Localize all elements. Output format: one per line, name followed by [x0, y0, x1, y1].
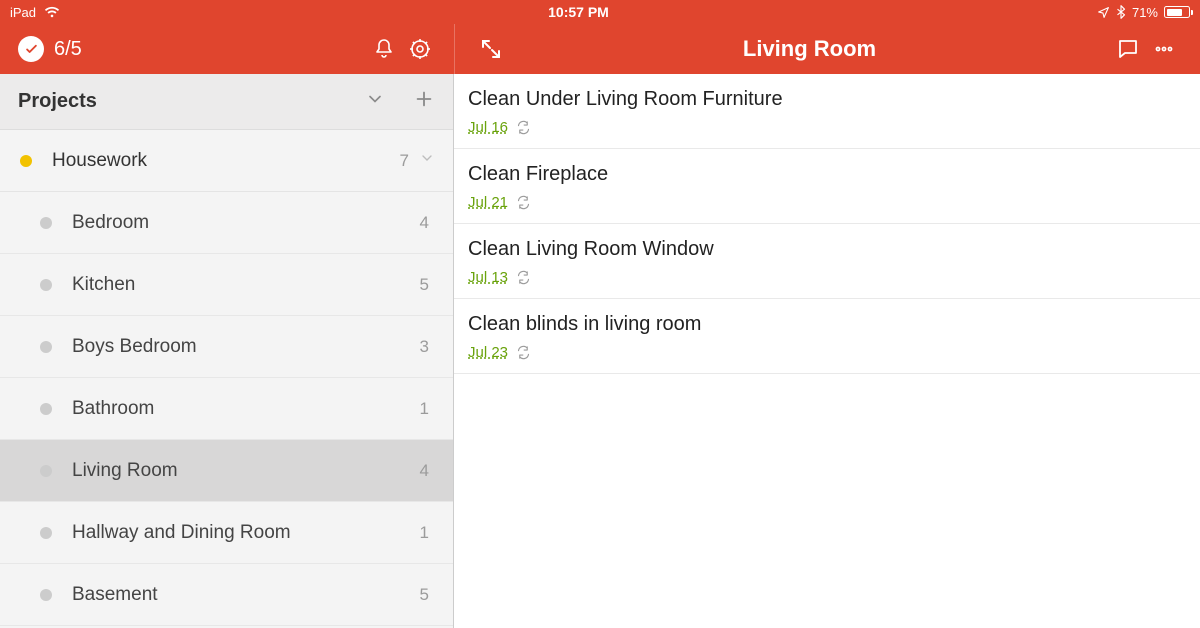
- project-name: Housework: [52, 150, 400, 172]
- bluetooth-icon: [1116, 5, 1126, 19]
- chevron-down-icon[interactable]: [365, 89, 385, 114]
- project-name: Living Room: [72, 460, 420, 482]
- projects-header[interactable]: Projects: [0, 74, 453, 130]
- project-count: 5: [420, 275, 429, 295]
- more-button[interactable]: [1146, 31, 1182, 67]
- task-item[interactable]: Clean Living Room Window Jul 13: [454, 224, 1200, 299]
- chat-icon: [1116, 37, 1140, 61]
- project-count: 4: [420, 461, 429, 481]
- gear-icon: [408, 37, 432, 61]
- date-indicator[interactable]: 6/5: [18, 36, 82, 62]
- project-name: Bedroom: [72, 212, 420, 234]
- task-item[interactable]: Clean Fireplace Jul 21: [454, 149, 1200, 224]
- recurring-icon: [516, 120, 531, 135]
- task-list: Clean Under Living Room FurnitureJul 16C…: [454, 74, 1200, 628]
- project-name: Bathroom: [72, 398, 420, 420]
- sidebar: Projects Housework 7 Bedroom4Kitchen5Boy…: [0, 74, 454, 628]
- location-icon: [1097, 6, 1110, 19]
- sidebar-item-kitchen[interactable]: Kitchen5: [0, 254, 453, 316]
- content-title: Living Room: [509, 36, 1110, 62]
- recurring-icon: [516, 345, 531, 360]
- app-bar: 6/5 Living Room: [0, 24, 1200, 74]
- project-name: Kitchen: [72, 274, 420, 296]
- comments-button[interactable]: [1110, 31, 1146, 67]
- project-color-dot: [40, 403, 52, 415]
- task-date[interactable]: Jul 16: [468, 119, 508, 136]
- project-count: 1: [420, 399, 429, 419]
- project-parent-housework[interactable]: Housework 7: [0, 130, 453, 192]
- more-horizontal-icon: [1152, 37, 1176, 61]
- task-item[interactable]: Clean blinds in living room Jul 23: [454, 299, 1200, 374]
- plus-icon: [413, 88, 435, 110]
- chevron-down-icon[interactable]: [419, 150, 435, 172]
- project-count: 5: [420, 585, 429, 605]
- project-color-dot: [40, 217, 52, 229]
- wifi-icon: [44, 6, 60, 18]
- sidebar-item-living-room[interactable]: Living Room4: [0, 440, 453, 502]
- sidebar-item-boys-bedroom[interactable]: Boys Bedroom3: [0, 316, 453, 378]
- projects-header-title: Projects: [18, 90, 97, 113]
- task-date[interactable]: Jul 23: [468, 344, 508, 361]
- task-title: Clean Fireplace: [468, 163, 1184, 186]
- project-count: 4: [420, 213, 429, 233]
- recurring-icon: [516, 195, 531, 210]
- task-title: Clean Living Room Window: [468, 238, 1184, 261]
- project-count: 1: [420, 523, 429, 543]
- status-bar: iPad 10:57 PM 71%: [0, 0, 1200, 24]
- project-count: 7: [400, 151, 409, 171]
- project-color-dot: [40, 465, 52, 477]
- task-title: Clean blinds in living room: [468, 313, 1184, 336]
- battery-percent: 71%: [1132, 5, 1158, 20]
- add-project-button[interactable]: [413, 88, 435, 115]
- sidebar-item-bedroom[interactable]: Bedroom4: [0, 192, 453, 254]
- recurring-icon: [516, 270, 531, 285]
- expand-button[interactable]: [473, 31, 509, 67]
- expand-icon: [479, 37, 503, 61]
- notifications-button[interactable]: [366, 31, 402, 67]
- project-name: Basement: [72, 584, 420, 606]
- project-color-dot: [40, 589, 52, 601]
- device-label: iPad: [10, 5, 36, 20]
- task-item[interactable]: Clean Under Living Room Furniture Jul 16: [454, 74, 1200, 149]
- date-label: 6/5: [54, 38, 82, 61]
- sidebar-item-hallway-and-dining-room[interactable]: Hallway and Dining Room1: [0, 502, 453, 564]
- settings-button[interactable]: [402, 31, 438, 67]
- project-name: Boys Bedroom: [72, 336, 420, 358]
- project-color-dot: [40, 341, 52, 353]
- task-title: Clean Under Living Room Furniture: [468, 88, 1184, 111]
- project-name: Hallway and Dining Room: [72, 522, 420, 544]
- sidebar-item-basement[interactable]: Basement5: [0, 564, 453, 626]
- status-time: 10:57 PM: [60, 4, 1097, 20]
- task-date[interactable]: Jul 13: [468, 269, 508, 286]
- battery-icon: [1164, 6, 1190, 18]
- bell-icon: [372, 37, 396, 61]
- project-count: 3: [420, 337, 429, 357]
- project-color-dot: [40, 527, 52, 539]
- task-date[interactable]: Jul 21: [468, 194, 508, 211]
- checkmark-badge-icon: [18, 36, 44, 62]
- sidebar-item-bathroom[interactable]: Bathroom1: [0, 378, 453, 440]
- project-color-dot: [20, 155, 32, 167]
- project-color-dot: [40, 279, 52, 291]
